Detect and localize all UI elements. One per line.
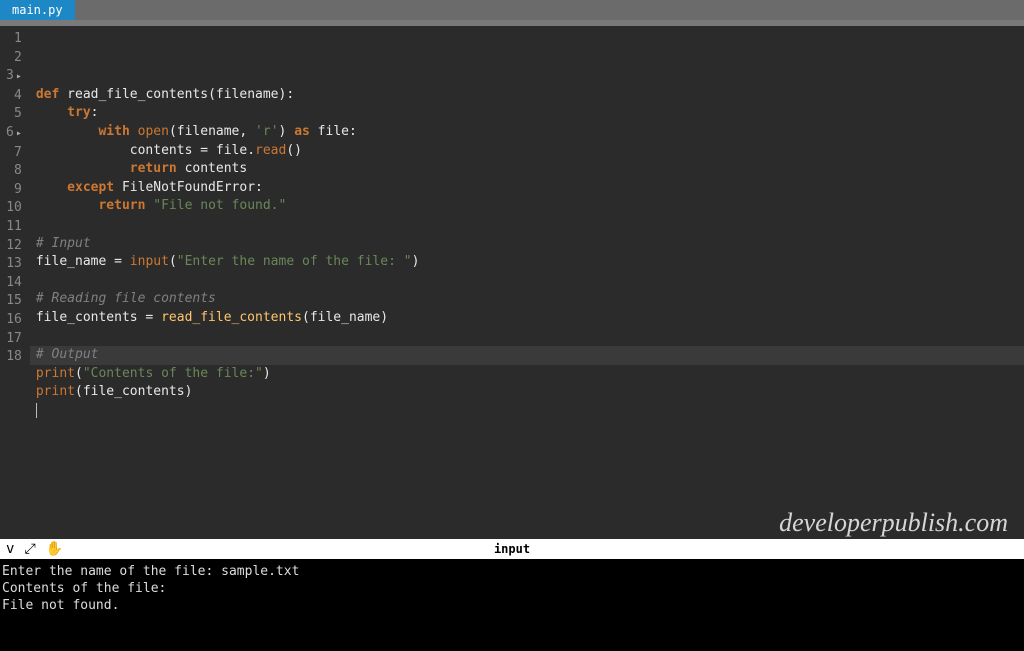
code-line[interactable] — [36, 402, 1018, 421]
line-number: 5 — [6, 105, 22, 124]
console-toolbar: v ⤢ ✋ input — [0, 539, 1024, 559]
text-cursor — [36, 403, 37, 418]
chevron-down-icon[interactable]: v — [6, 542, 14, 556]
line-number: 8 — [6, 162, 22, 181]
line-number: 18 — [6, 348, 22, 367]
line-number: 16 — [6, 311, 22, 330]
line-number: 17 — [6, 330, 22, 349]
line-number: 4 — [6, 87, 22, 106]
code-area[interactable]: def read_file_contents(filename): try: w… — [30, 26, 1024, 539]
line-number: 7 — [6, 144, 22, 163]
line-number: 2 — [6, 49, 22, 68]
line-number: 10 — [6, 199, 22, 218]
code-line[interactable]: except FileNotFoundError: — [36, 179, 1018, 198]
code-line[interactable] — [36, 328, 1018, 347]
line-number: 12 — [6, 237, 22, 256]
code-line[interactable]: print(file_contents) — [36, 383, 1018, 402]
code-line[interactable]: def read_file_contents(filename): — [36, 86, 1018, 105]
console-title: input — [494, 542, 530, 556]
tab-bar: main.py — [0, 0, 1024, 20]
code-line[interactable] — [36, 216, 1018, 235]
watermark: developerpublish.com — [779, 514, 1008, 533]
line-number: 3 — [6, 67, 22, 87]
line-number: 1 — [6, 30, 22, 49]
code-line[interactable]: try: — [36, 104, 1018, 123]
code-line[interactable]: # Output — [36, 346, 1018, 365]
code-line[interactable]: file_contents = read_file_contents(file_… — [36, 309, 1018, 328]
line-number-gutter: 123456789101112131415161718 — [0, 26, 30, 539]
code-line[interactable]: # Input — [36, 235, 1018, 254]
code-line[interactable] — [36, 272, 1018, 291]
line-number: 15 — [6, 292, 22, 311]
code-line[interactable]: contents = file.read() — [36, 142, 1018, 161]
console-output[interactable]: Enter the name of the file: sample.txt C… — [0, 559, 1024, 651]
line-number: 14 — [6, 274, 22, 293]
line-number: 9 — [6, 181, 22, 200]
code-line[interactable]: print("Contents of the file:") — [36, 365, 1018, 384]
code-line[interactable]: # Reading file contents — [36, 290, 1018, 309]
code-line[interactable]: return "File not found." — [36, 197, 1018, 216]
code-line[interactable]: return contents — [36, 160, 1018, 179]
line-number: 11 — [6, 218, 22, 237]
tab-main-py[interactable]: main.py — [0, 0, 75, 20]
line-number: 13 — [6, 255, 22, 274]
code-line[interactable]: with open(filename, 'r') as file: — [36, 123, 1018, 142]
hand-icon[interactable]: ✋ — [46, 542, 63, 556]
line-number: 6 — [6, 124, 22, 144]
expand-icon[interactable]: ⤢ — [24, 542, 35, 556]
code-editor[interactable]: 123456789101112131415161718 def read_fil… — [0, 26, 1024, 539]
code-line[interactable]: file_name = input("Enter the name of the… — [36, 253, 1018, 272]
